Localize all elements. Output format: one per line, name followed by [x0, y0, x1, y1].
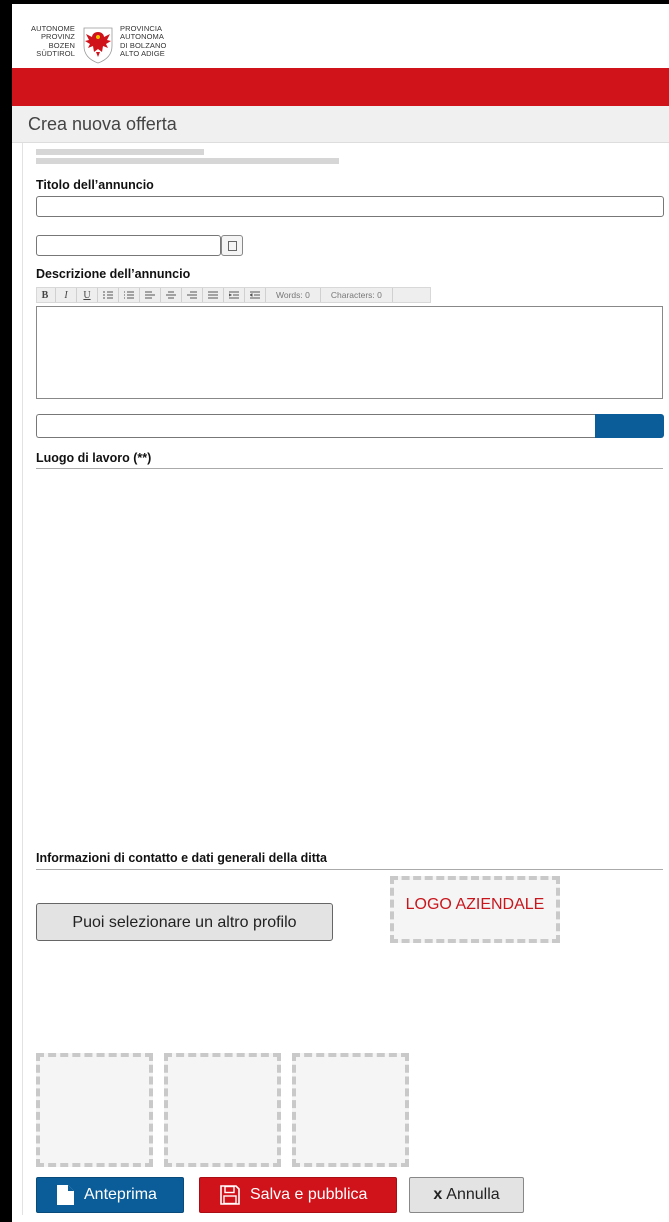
align-left-icon[interactable]	[142, 288, 158, 302]
toolbar-divider	[202, 288, 203, 302]
image-upload-slot[interactable]	[292, 1053, 409, 1167]
toolbar-divider	[139, 288, 140, 302]
logo-line: SÜDTIROL	[36, 49, 75, 59]
section-divider	[36, 468, 663, 469]
editor-toolbar: B I U Words: 0 Characters: 0	[36, 287, 431, 303]
toolbar-divider	[391, 288, 393, 302]
character-count: Characters: 0	[330, 290, 382, 300]
site-header: AUTONOME PROVINZ BOZEN SÜDTIROL PROVINCI…	[12, 4, 669, 68]
save-publish-label: Salva e pubblica	[250, 1186, 368, 1203]
placeholder-line	[36, 158, 339, 164]
word-count: Words: 0	[276, 290, 310, 300]
preview-button[interactable]: Anteprima	[36, 1177, 184, 1213]
italic-button[interactable]: I	[58, 288, 74, 302]
floppy-disk-icon	[220, 1185, 240, 1205]
underline-button[interactable]: U	[79, 288, 95, 302]
toolbar-divider	[97, 288, 98, 302]
eagle-crest-icon	[83, 27, 113, 64]
indent-icon[interactable]	[226, 288, 242, 302]
form-content: Titolo dell’annuncio Descrizione dell’an…	[22, 143, 669, 1215]
title-input[interactable]	[36, 196, 664, 217]
toolbar-divider	[118, 288, 119, 302]
align-center-icon[interactable]	[163, 288, 179, 302]
toolbar-divider	[319, 288, 321, 302]
toolbar-divider	[223, 288, 224, 302]
date-input[interactable]	[36, 235, 221, 256]
logo-text-italian: PROVINCIA AUTONOMA DI BOLZANO ALTO ADIGE	[120, 24, 190, 59]
toolbar-divider	[76, 288, 77, 302]
description-editor[interactable]	[36, 306, 663, 399]
image-upload-slot[interactable]	[164, 1053, 281, 1167]
calendar-icon	[228, 241, 237, 251]
align-justify-icon[interactable]	[205, 288, 221, 302]
save-publish-button[interactable]: Salva e pubblica	[199, 1177, 397, 1213]
toolbar-divider	[265, 288, 266, 302]
document-icon	[57, 1185, 74, 1205]
placeholder-line	[36, 149, 204, 155]
bold-button[interactable]: B	[37, 288, 53, 302]
location-search-button[interactable]	[595, 414, 664, 438]
title-label: Titolo dell’annuncio	[36, 178, 154, 192]
location-search-row	[36, 414, 664, 438]
close-icon: x	[433, 1186, 443, 1203]
logo-text-german: AUTONOME PROVINZ BOZEN SÜDTIROL	[24, 24, 75, 59]
outdent-icon[interactable]	[247, 288, 263, 302]
brand-bar	[12, 68, 669, 106]
toolbar-divider	[181, 288, 182, 302]
preview-label: Anteprima	[84, 1186, 157, 1203]
toolbar-divider	[160, 288, 161, 302]
logo-line: ALTO ADIGE	[120, 49, 165, 59]
align-right-icon[interactable]	[184, 288, 200, 302]
ordered-list-icon[interactable]	[100, 288, 116, 302]
description-label: Descrizione dell’annuncio	[36, 267, 191, 281]
location-label: Luogo di lavoro (**)	[36, 451, 152, 465]
calendar-button[interactable]	[221, 235, 243, 256]
bullet-list-icon[interactable]	[121, 288, 137, 302]
toolbar-divider	[244, 288, 245, 302]
cancel-button[interactable]: x Annulla	[409, 1177, 524, 1213]
image-upload-slot[interactable]	[36, 1053, 153, 1167]
location-search-input[interactable]	[36, 414, 596, 438]
select-profile-button[interactable]: Puoi selezionare un altro profilo	[36, 903, 333, 941]
contact-label: Informazioni di contatto e dati generali…	[36, 851, 328, 865]
toolbar-divider	[55, 288, 56, 302]
page-title-bar: Crea nuova offerta	[12, 106, 669, 143]
company-logo-placeholder[interactable]: LOGO AZIENDALE	[390, 876, 560, 943]
page-title: Crea nuova offerta	[28, 114, 177, 134]
cancel-label: Annulla	[446, 1186, 500, 1203]
section-divider	[36, 869, 663, 870]
